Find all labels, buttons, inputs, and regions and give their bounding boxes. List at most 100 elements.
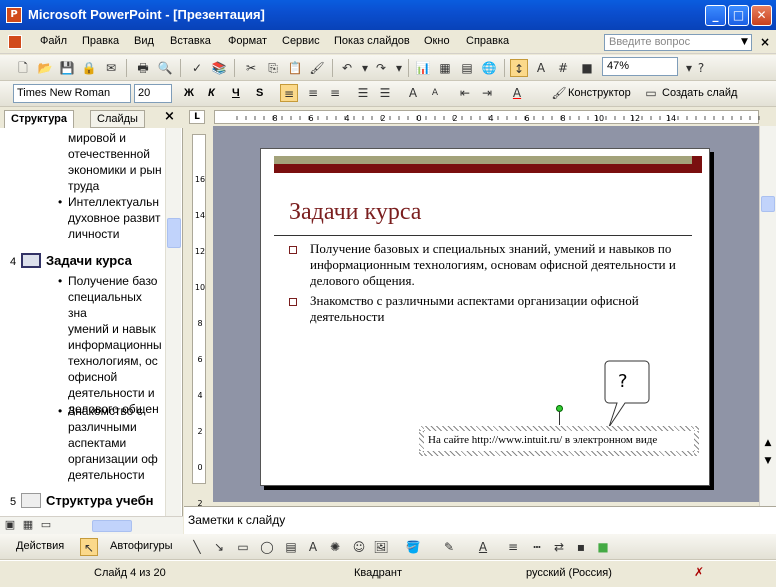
picture-icon[interactable]: 🖼 <box>372 538 390 556</box>
tables-borders-icon[interactable]: ▤ <box>458 59 476 77</box>
font-size-select[interactable]: 20 <box>134 84 172 103</box>
increase-indent-icon[interactable]: ⇥ <box>478 84 496 102</box>
align-right-icon[interactable]: ≡ <box>326 84 344 102</box>
tab-outline[interactable]: Структура <box>4 110 74 128</box>
table-icon[interactable]: ▦ <box>436 59 454 77</box>
outline-line[interactable]: мировой и <box>68 130 164 146</box>
line-style-icon[interactable]: ≡ <box>504 538 522 556</box>
outline-line[interactable]: Получение базо <box>68 273 164 289</box>
3d-style-icon[interactable]: ■ <box>594 538 612 556</box>
hyperlink-icon[interactable]: 🌐 <box>480 59 498 77</box>
menu-help[interactable]: Справка <box>466 35 509 47</box>
menu-view[interactable]: Вид <box>134 35 154 47</box>
redo-icon[interactable]: ↷ <box>372 59 390 77</box>
copy-icon[interactable]: ⎘ <box>264 59 282 77</box>
slide-icon[interactable] <box>21 253 41 268</box>
tab-slides[interactable]: Слайды <box>90 110 145 128</box>
arrow-icon[interactable]: ↘ <box>210 538 228 556</box>
autoshapes-menu[interactable]: Автофигуры <box>110 540 173 552</box>
clipart-icon[interactable]: ☺ <box>350 538 368 556</box>
outline-line[interactable]: отечественной <box>68 146 164 162</box>
font-color-icon[interactable]: A <box>474 538 492 556</box>
new-slide-icon[interactable]: ▭ <box>642 84 660 102</box>
minimize-button[interactable]: _ <box>705 5 726 26</box>
slide-scrollbar[interactable]: ▲ ▼ <box>759 126 776 506</box>
close-button[interactable]: ✕ <box>751 5 772 26</box>
outline-line[interactable]: Интеллектуальн <box>68 194 164 210</box>
numbering-icon[interactable]: ☰ <box>354 84 372 102</box>
format-painter-icon[interactable]: 🖌 <box>308 59 326 77</box>
menu-window[interactable]: Окно <box>424 35 450 47</box>
outline-line[interactable]: аспектами <box>68 435 164 451</box>
outline-line[interactable]: организации оф <box>68 451 164 467</box>
scroll-thumb[interactable] <box>167 218 181 248</box>
cut-icon[interactable]: ✂ <box>242 59 260 77</box>
new-slide-button[interactable]: Создать слайд <box>662 87 737 99</box>
outline-line[interactable]: деятельности и <box>68 385 164 401</box>
powerpoint-icon[interactable]: P <box>6 7 22 23</box>
increase-font-icon[interactable]: A <box>404 84 422 102</box>
notes-pane[interactable]: Заметки к слайду <box>184 506 776 534</box>
spelling-icon[interactable]: ✓ <box>188 59 206 77</box>
decrease-font-icon[interactable]: A <box>426 84 444 102</box>
spelling-status-icon[interactable]: ✗ <box>694 565 704 579</box>
outline-line[interactable]: труда <box>68 178 164 194</box>
new-document-icon[interactable]: 🗋 <box>14 59 32 77</box>
grid-icon[interactable]: # <box>554 59 572 77</box>
slideshow-icon[interactable]: ▭ <box>38 517 54 533</box>
print-preview-icon[interactable]: 🔍 <box>156 59 174 77</box>
diagram-icon[interactable]: ✺ <box>326 538 344 556</box>
chevron-down-icon[interactable]: ▼ <box>741 37 748 47</box>
document-icon[interactable] <box>8 35 22 49</box>
outline-line[interactable]: офисной <box>68 369 164 385</box>
outline-line[interactable]: различными <box>68 419 164 435</box>
slide-sorter-icon[interactable]: ▦ <box>20 517 36 533</box>
bullets-icon[interactable]: ☰ <box>376 84 394 102</box>
design-icon[interactable]: 🖌 <box>550 84 568 102</box>
outline-line[interactable]: технологиям, ос <box>68 353 164 369</box>
tab-stop-icon[interactable]: L <box>189 110 205 124</box>
open-folder-icon[interactable]: 📂 <box>36 59 54 77</box>
align-left-icon[interactable]: ≡ <box>280 84 298 102</box>
menu-tools[interactable]: Сервис <box>282 35 320 47</box>
document-close-button[interactable]: × <box>760 35 770 49</box>
menu-format[interactable]: Формат <box>228 35 267 47</box>
decrease-indent-icon[interactable]: ⇤ <box>456 84 474 102</box>
textbox-icon[interactable]: ▤ <box>282 538 300 556</box>
paste-icon[interactable]: 📋 <box>286 59 304 77</box>
help-question-input[interactable]: Введите вопрос <box>604 34 752 51</box>
menu-slideshow[interactable]: Показ слайдов <box>334 35 410 47</box>
scroll-thumb[interactable] <box>92 520 132 532</box>
previous-slide-icon[interactable]: ▲ <box>761 438 775 452</box>
outline-line[interactable]: духовное развит <box>68 210 164 226</box>
zoom-select[interactable]: 47% <box>602 57 678 76</box>
outline-slide-title[interactable]: Задачи курса <box>46 253 132 269</box>
menu-file[interactable]: Файл <box>40 35 67 47</box>
normal-view-icon[interactable]: ▣ <box>2 517 18 533</box>
menu-edit[interactable]: Правка <box>82 35 119 47</box>
shadow-style-icon[interactable]: ▪ <box>572 538 590 556</box>
show-formatting-icon[interactable]: A <box>532 59 550 77</box>
oval-icon[interactable]: ◯ <box>258 538 276 556</box>
wordart-icon[interactable]: A <box>304 538 322 556</box>
email-icon[interactable]: ✉ <box>102 59 120 77</box>
outline-line[interactable]: личности <box>68 226 164 242</box>
bold-button[interactable]: Ж <box>184 87 194 99</box>
horizontal-ruler[interactable]: 8 6 4 2 0 2 4 6 8 10 12 14 <box>214 110 769 124</box>
rectangle-icon[interactable]: ▭ <box>234 538 252 556</box>
italic-button[interactable]: К <box>208 87 215 99</box>
callout-text[interactable]: ? <box>618 371 628 392</box>
next-slide-icon[interactable]: ▼ <box>761 456 775 470</box>
outline-line[interactable]: экономики и рын <box>68 162 164 178</box>
arrow-style-icon[interactable]: ⇄ <box>550 538 568 556</box>
slide-bullet-text[interactable]: Знакомство с различными аспектами органи… <box>310 293 700 325</box>
outline-line[interactable]: Знакомство с <box>68 403 164 419</box>
slide-icon[interactable] <box>21 493 41 508</box>
pane-close-button[interactable]: × <box>164 109 175 124</box>
outline-line[interactable]: деятельности <box>68 467 164 483</box>
outline-scrollbar[interactable] <box>165 128 181 516</box>
font-name-select[interactable]: Times New Roman <box>13 84 131 103</box>
shadow-button[interactable]: S <box>256 87 263 99</box>
slide-canvas[interactable]: Задачи курса Получение базовых и специал… <box>260 148 710 486</box>
outline-slide-title[interactable]: Структура учебн <box>46 493 164 509</box>
